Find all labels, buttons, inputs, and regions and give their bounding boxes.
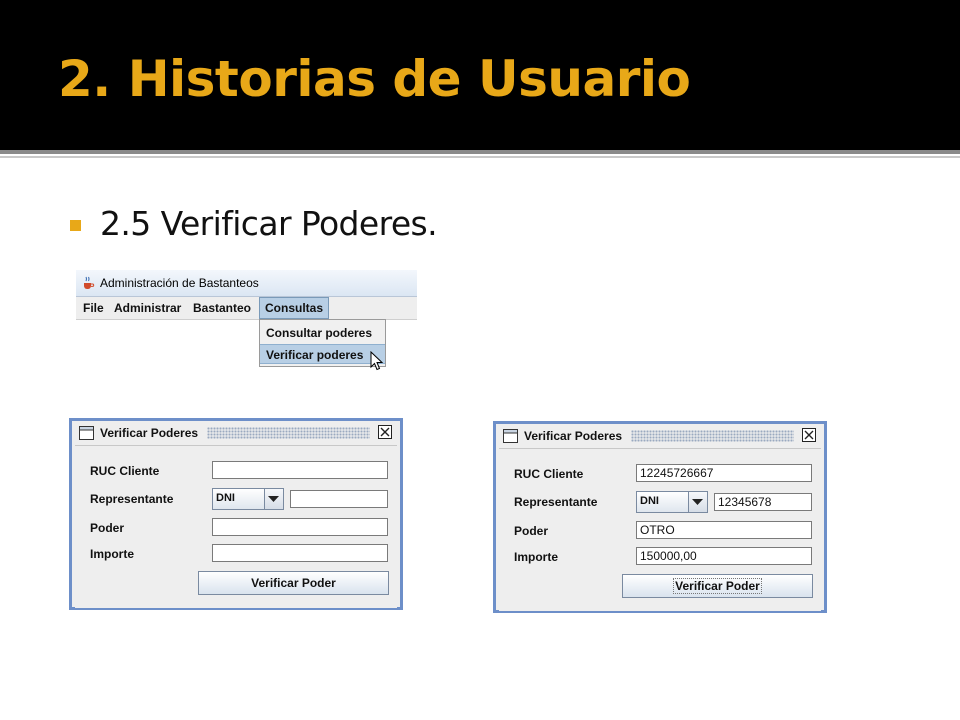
menu-bar: File Administrar Bastanteo Consultas [76,297,417,320]
menu-bastanteo[interactable]: Bastanteo [188,297,256,319]
titlebar-grip [207,427,370,439]
dialog-titlebar: Verificar Poderes [72,421,400,445]
java-cup-icon [84,276,95,289]
window-icon [503,429,518,443]
doc-type-value: DNI [216,492,235,504]
titlebar-grip [631,430,794,442]
label-ruc-cliente: RUC Cliente [90,464,160,478]
label-ruc-cliente: RUC Cliente [514,467,584,481]
chevron-down-icon[interactable] [264,489,283,509]
label-representante: Representante [90,492,174,506]
menu-administrar[interactable]: Administrar [109,297,186,319]
menu-consultas[interactable]: Consultas [259,297,330,319]
title-divider [0,150,960,154]
label-poder: Poder [90,521,125,535]
close-icon[interactable] [802,428,816,442]
doc-number-input[interactable] [290,490,388,508]
menu-item-verificar-poderes[interactable]: Verificar poderes [260,344,385,364]
close-icon[interactable] [378,425,392,439]
app-title: Administración de Bastanteos [100,276,259,290]
window-icon [79,426,94,440]
chevron-down-icon[interactable] [688,492,707,512]
app-titlebar: Administración de Bastanteos [76,270,417,297]
label-importe: Importe [90,547,135,561]
bullet-text: 2.5 Verificar Poderes. [100,204,438,243]
verificar-poderes-dialog-filled: Verificar Poderes RUC Cliente 1224572666… [493,421,827,613]
verificar-poder-button[interactable]: Verificar Poder [622,574,813,598]
label-poder: Poder [514,524,549,538]
verificar-poderes-dialog-empty: Verificar Poderes RUC Cliente Representa… [69,418,403,610]
poder-input[interactable]: OTRO [636,521,812,539]
doc-type-value: DNI [640,495,659,507]
menu-file[interactable]: File [78,297,109,319]
dialog-body: RUC Cliente 12245726667 Representante DN… [499,448,821,611]
title-band: 2. Historias de Usuario [0,0,960,150]
verificar-poder-button[interactable]: Verificar Poder [198,571,389,595]
dialog-body: RUC Cliente Representante DNI Poder Impo… [75,445,397,608]
verificar-poder-button-label: Verificar Poder [673,578,762,594]
dialog-title: Verificar Poderes [524,429,623,443]
label-importe: Importe [514,550,559,564]
menu-item-consultar-poderes[interactable]: Consultar poderes [260,323,385,343]
doc-number-input[interactable]: 12345678 [714,493,812,511]
title-divider-secondary [0,156,960,158]
ruc-cliente-input[interactable]: 12245726667 [636,464,812,482]
bullet-marker [70,220,81,231]
app-window: Administración de Bastanteos File Admini… [72,268,417,389]
label-representante: Representante [514,495,598,509]
poder-input[interactable] [212,518,388,536]
ruc-cliente-input[interactable] [212,461,388,479]
doc-type-select[interactable]: DNI [636,491,708,513]
consultas-dropdown: Consultar poderes Verificar poderes [259,319,386,367]
dialog-titlebar: Verificar Poderes [496,424,824,448]
importe-input[interactable]: 150000,00 [636,547,812,565]
mouse-cursor-icon [370,351,384,371]
importe-input[interactable] [212,544,388,562]
slide-title: 2. Historias de Usuario [58,50,691,108]
dialog-title: Verificar Poderes [100,426,199,440]
doc-type-select[interactable]: DNI [212,488,284,510]
